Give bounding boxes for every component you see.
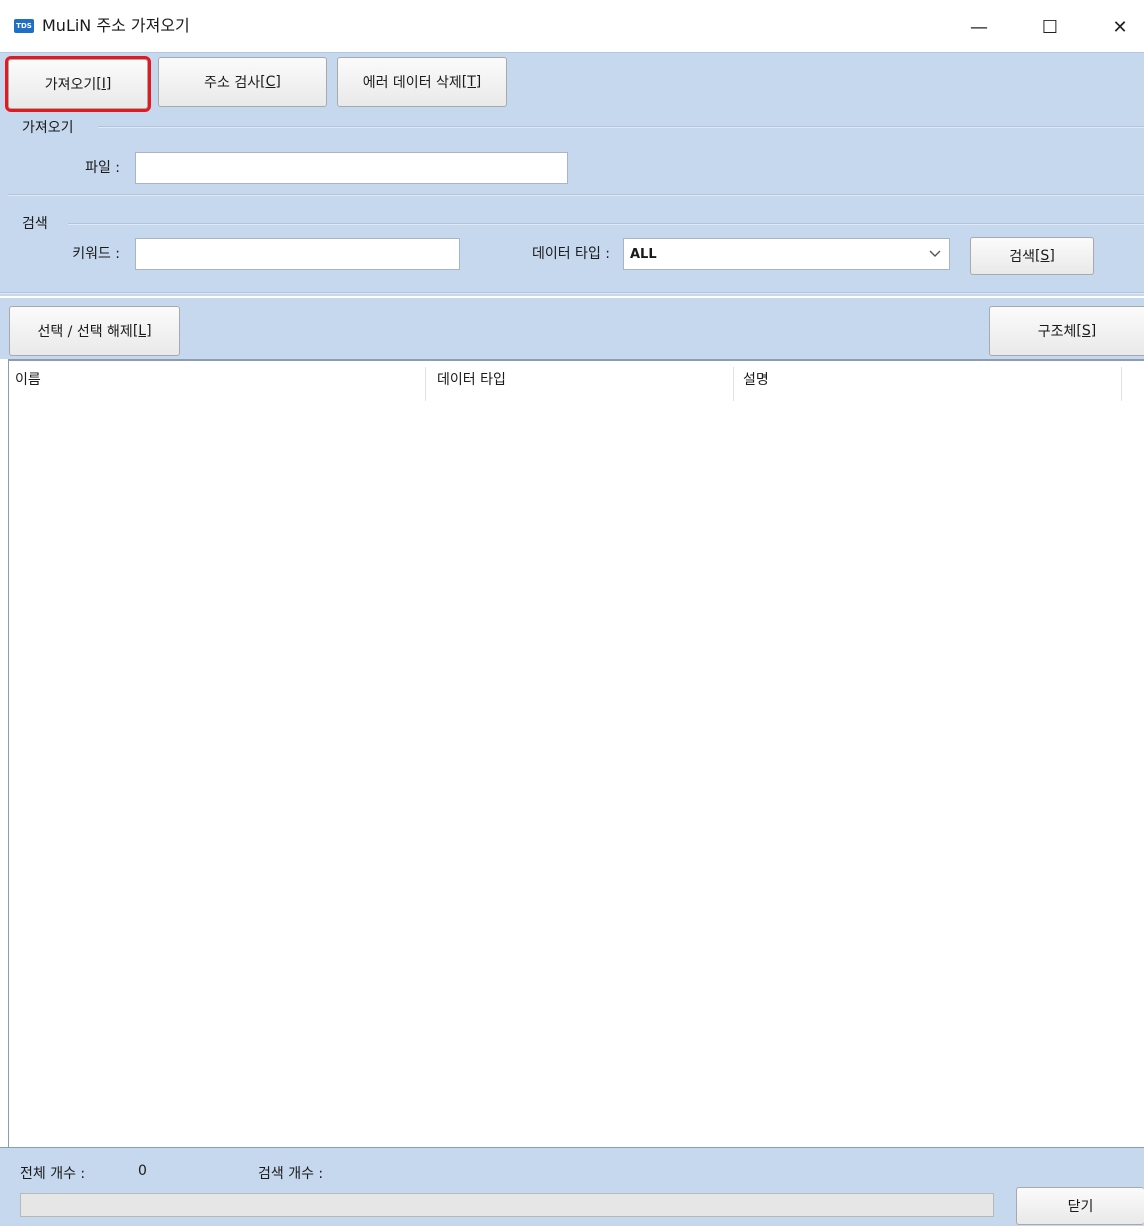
maximize-icon[interactable]: ☐	[1034, 14, 1066, 40]
datatype-label: 데이터 타입 :	[531, 246, 610, 262]
check-address-button-key: [C]	[260, 74, 281, 90]
address-list[interactable]: 이름 데이터 타입 설명	[8, 359, 1144, 1149]
file-label: 파일 :	[85, 160, 120, 176]
delete-error-data-button-label: 에러 데이터 삭제	[362, 75, 462, 91]
import-group-divider	[98, 126, 1144, 128]
keyword-label: 키워드 :	[72, 246, 120, 262]
list-toolbar: 선택 / 선택 해제 [L] 구조체 [S]	[0, 298, 1144, 359]
structure-button-label: 구조체	[1037, 324, 1077, 340]
window-title: MuLiN 주소 가져오기	[42, 16, 190, 35]
total-count-label: 전체 개수 :	[20, 1166, 86, 1182]
select-toggle-button-key: [L]	[132, 323, 152, 339]
search-button-label: 검색	[1009, 249, 1035, 265]
import-button[interactable]: 가져오기 [I]	[5, 56, 151, 112]
datatype-select-value: ALL	[630, 246, 657, 262]
main-toolbar: 가져오기 [I] 주소 검사 [C] 에러 데이터 삭제 [T]	[0, 52, 1144, 113]
app-icon: TDS	[14, 19, 34, 33]
select-toggle-button-label: 선택 / 선택 해제	[37, 324, 133, 340]
progress-bar	[20, 1193, 994, 1217]
delete-error-data-button[interactable]: 에러 데이터 삭제 [T]	[337, 57, 507, 107]
search-group: 검색 키워드 : 데이터 타입 : ALL 검색 [S]	[0, 196, 1144, 296]
file-input[interactable]	[135, 152, 568, 184]
search-group-bottom-divider	[0, 292, 1144, 294]
keyword-input[interactable]	[135, 238, 460, 270]
delete-error-data-button-key: [T]	[461, 74, 482, 90]
column-header-description[interactable]: 설명	[737, 361, 1121, 397]
total-count-value: 0	[138, 1163, 147, 1179]
column-divider[interactable]	[425, 367, 426, 401]
structure-button[interactable]: 구조체 [S]	[989, 306, 1144, 356]
column-header-name[interactable]: 이름	[9, 361, 425, 397]
search-group-divider	[68, 223, 1144, 225]
search-group-title: 검색	[22, 216, 48, 232]
column-header-datatype[interactable]: 데이터 타입	[431, 361, 733, 397]
close-icon[interactable]: ✕	[1104, 14, 1136, 40]
column-divider[interactable]	[733, 367, 734, 401]
check-address-button[interactable]: 주소 검사 [C]	[158, 57, 327, 107]
minimize-icon[interactable]: —	[963, 14, 995, 40]
check-address-button-label: 주소 검사	[204, 75, 261, 91]
import-button-key: [I]	[96, 76, 112, 92]
close-button-label: 닫기	[1067, 1199, 1094, 1215]
title-bar: TDS MuLiN 주소 가져오기 — ☐ ✕	[0, 0, 1144, 52]
column-divider[interactable]	[1121, 367, 1122, 401]
datatype-select[interactable]: ALL	[623, 238, 950, 270]
import-group-title: 가져오기	[22, 120, 74, 136]
structure-button-key: [S]	[1076, 323, 1097, 339]
search-button[interactable]: 검색 [S]	[970, 237, 1094, 275]
search-count-label: 검색 개수 :	[258, 1166, 324, 1182]
import-button-label: 가져오기	[44, 77, 97, 93]
select-toggle-button[interactable]: 선택 / 선택 해제 [L]	[9, 306, 180, 356]
search-button-key: [S]	[1034, 248, 1055, 264]
close-button[interactable]: 닫기	[1016, 1187, 1144, 1225]
chevron-down-icon	[929, 250, 941, 257]
import-group: 가져오기 파일 :	[0, 112, 1144, 196]
